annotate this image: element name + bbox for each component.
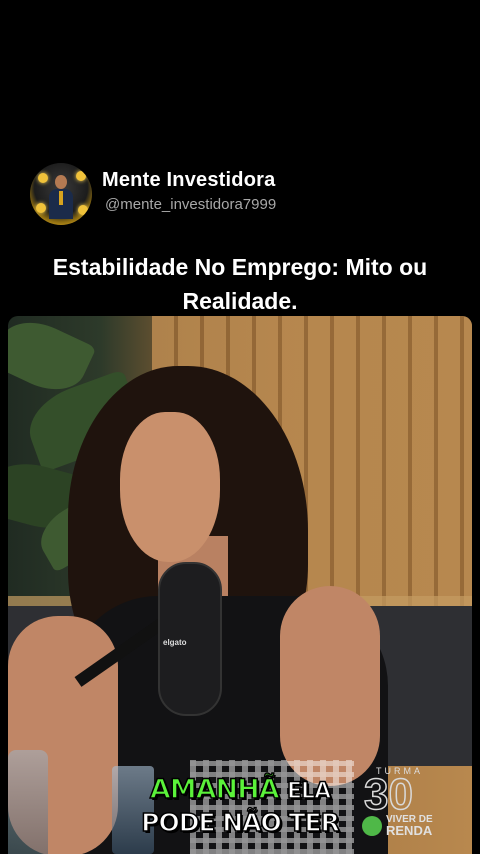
channel-avatar[interactable] [30,163,92,225]
avatar-person-icon [49,175,73,219]
video-player[interactable]: elgato TURMA 30 VIVER DE RENDA AMANHÃ EL… [8,316,472,854]
caption-line-2: PODE NÃO TER [140,807,340,838]
caption-highlight: AMANHÃ [149,773,280,806]
channel-header[interactable]: Mente Investidora @mente_investidora7999 [30,163,450,227]
post-title: Estabilidade No Emprego: Mito ou Realida… [52,254,428,314]
caption-word: ELA [286,778,332,805]
caption-line-1: AMANHÃ ELA [8,773,472,806]
caption-overlay: AMANHÃ ELA PODE NÃO TER [8,316,472,854]
channel-name[interactable]: Mente Investidora [102,169,275,192]
channel-handle: @mente_investidora7999 [105,196,277,213]
